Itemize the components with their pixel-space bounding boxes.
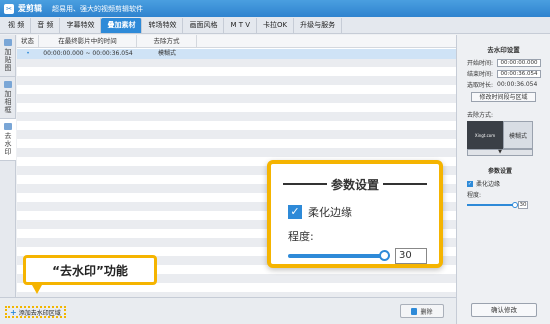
app-slogan: 超易用、强大的视频剪辑软件 — [52, 4, 143, 13]
degree-label: 程度: — [467, 192, 482, 199]
menu-mtv[interactable]: M T V — [224, 17, 258, 33]
callout-degree-field[interactable]: 30 — [395, 248, 427, 264]
menu-subtitle-effects[interactable]: 字幕特效 — [60, 17, 102, 33]
duration-value: 00:00:36.054 — [497, 81, 538, 88]
bottom-toolbar: + 添加去水印区域 删除 — [0, 297, 456, 324]
method-label: 去除方式: — [467, 112, 494, 119]
params-zoom-callout: 参数设置 ✓ 柔化边缘 程度: 30 — [267, 160, 443, 268]
row-time: 00:00:00.000 ~ 00:00:36.054 — [43, 50, 133, 57]
menu-video[interactable]: 视 频 — [2, 17, 32, 33]
app-name: 爱剪辑 — [18, 4, 42, 13]
row-status: • — [26, 50, 30, 57]
method-value: 模糊式 — [503, 121, 533, 149]
menu-transition-effects[interactable]: 转场特效 — [142, 17, 184, 33]
slider-handle[interactable] — [512, 202, 518, 208]
delete-label: 删除 — [420, 308, 433, 316]
params-title: 参数设置 — [487, 168, 512, 175]
degree-slider[interactable] — [467, 202, 518, 208]
sticker-icon — [4, 39, 12, 46]
modify-time-area-button[interactable]: 修改时间段与区域 — [471, 92, 536, 102]
menu-picture-style[interactable]: 画面风格 — [183, 17, 225, 33]
callout-degree-slider[interactable] — [288, 250, 390, 261]
tab-remove-watermark[interactable]: 去水印 — [0, 119, 16, 161]
table-row[interactable]: • 00:00:00.000 ~ 00:00:36.054 模糊式 — [17, 49, 456, 59]
menu-upgrade-services[interactable]: 升级与服务 — [294, 17, 343, 33]
callout-slider-handle[interactable] — [379, 250, 390, 261]
table-header: 状态 在最终影片中的时间 去除方式 — [17, 35, 456, 48]
chevron-down-icon[interactable]: ▼ — [467, 149, 533, 156]
callout-arrow — [32, 285, 42, 294]
tab-add-sticker[interactable]: 加贴图 — [0, 35, 16, 77]
app-logo-icon: ✂ — [4, 3, 14, 14]
menu-karaoke[interactable]: 卡拉OK — [257, 17, 295, 33]
watermark-settings-panel: 去水印设置 开始时间: 00:00:00.000 结束时间: 00:00:36.… — [456, 35, 550, 324]
start-time-label: 开始时间: — [467, 60, 494, 67]
panel-title: 去水印设置 — [487, 46, 520, 54]
callout-soften-checkbox[interactable]: ✓ — [288, 205, 302, 219]
feature-label-callout: “去水印”功能 — [23, 255, 157, 285]
menu-overlay-material[interactable]: 叠加素材 — [101, 17, 143, 33]
left-tab-bar: 加贴图 加相框 去水印 — [0, 35, 16, 297]
col-time: 在最终影片中的时间 — [39, 35, 137, 47]
confirm-modify-button[interactable]: 确认修改 — [471, 303, 537, 317]
trash-icon — [411, 307, 418, 315]
delete-button[interactable]: 删除 — [400, 304, 444, 318]
add-label: 添加去水印区域 — [18, 309, 61, 317]
callout-degree-label: 程度: — [288, 230, 314, 243]
menu-audio[interactable]: 音 频 — [31, 17, 61, 33]
degree-field[interactable]: 30 — [518, 201, 528, 209]
tab-label: 加贴图 — [4, 48, 12, 72]
title-bar: ✂ 爱剪辑 超易用、强大的视频剪辑软件 — [0, 0, 550, 17]
frame-icon — [4, 81, 12, 88]
method-selector[interactable]: Xingt.com 模糊式 — [467, 121, 533, 149]
add-watermark-area-button[interactable]: + 添加去水印区域 — [5, 306, 66, 318]
watermark-icon — [4, 123, 12, 130]
callout-soften-label: 柔化边缘 — [308, 206, 352, 219]
soften-edge-label: 柔化边缘 — [476, 181, 501, 188]
start-time-field[interactable]: 00:00:00.000 — [497, 58, 541, 67]
col-status: 状态 — [17, 35, 39, 47]
end-time-field[interactable]: 00:00:36.054 — [497, 69, 541, 78]
main-menu: 视 频 音 频 字幕特效 叠加素材 转场特效 画面风格 M T V 卡拉OK 升… — [0, 17, 550, 34]
duration-label: 选取时长: — [467, 82, 494, 89]
tab-add-frame[interactable]: 加相框 — [0, 77, 16, 119]
callout-title: 参数设置 — [271, 176, 439, 193]
row-method: 模糊式 — [157, 50, 176, 57]
col-method: 去除方式 — [137, 35, 197, 47]
end-time-label: 结束时间: — [467, 71, 494, 78]
tab-label: 加相框 — [4, 90, 12, 114]
tab-label: 去水印 — [4, 132, 12, 156]
soften-edge-checkbox[interactable]: ✓ — [467, 180, 473, 187]
add-icon: + — [10, 307, 17, 317]
method-preview-image: Xingt.com — [467, 121, 503, 149]
